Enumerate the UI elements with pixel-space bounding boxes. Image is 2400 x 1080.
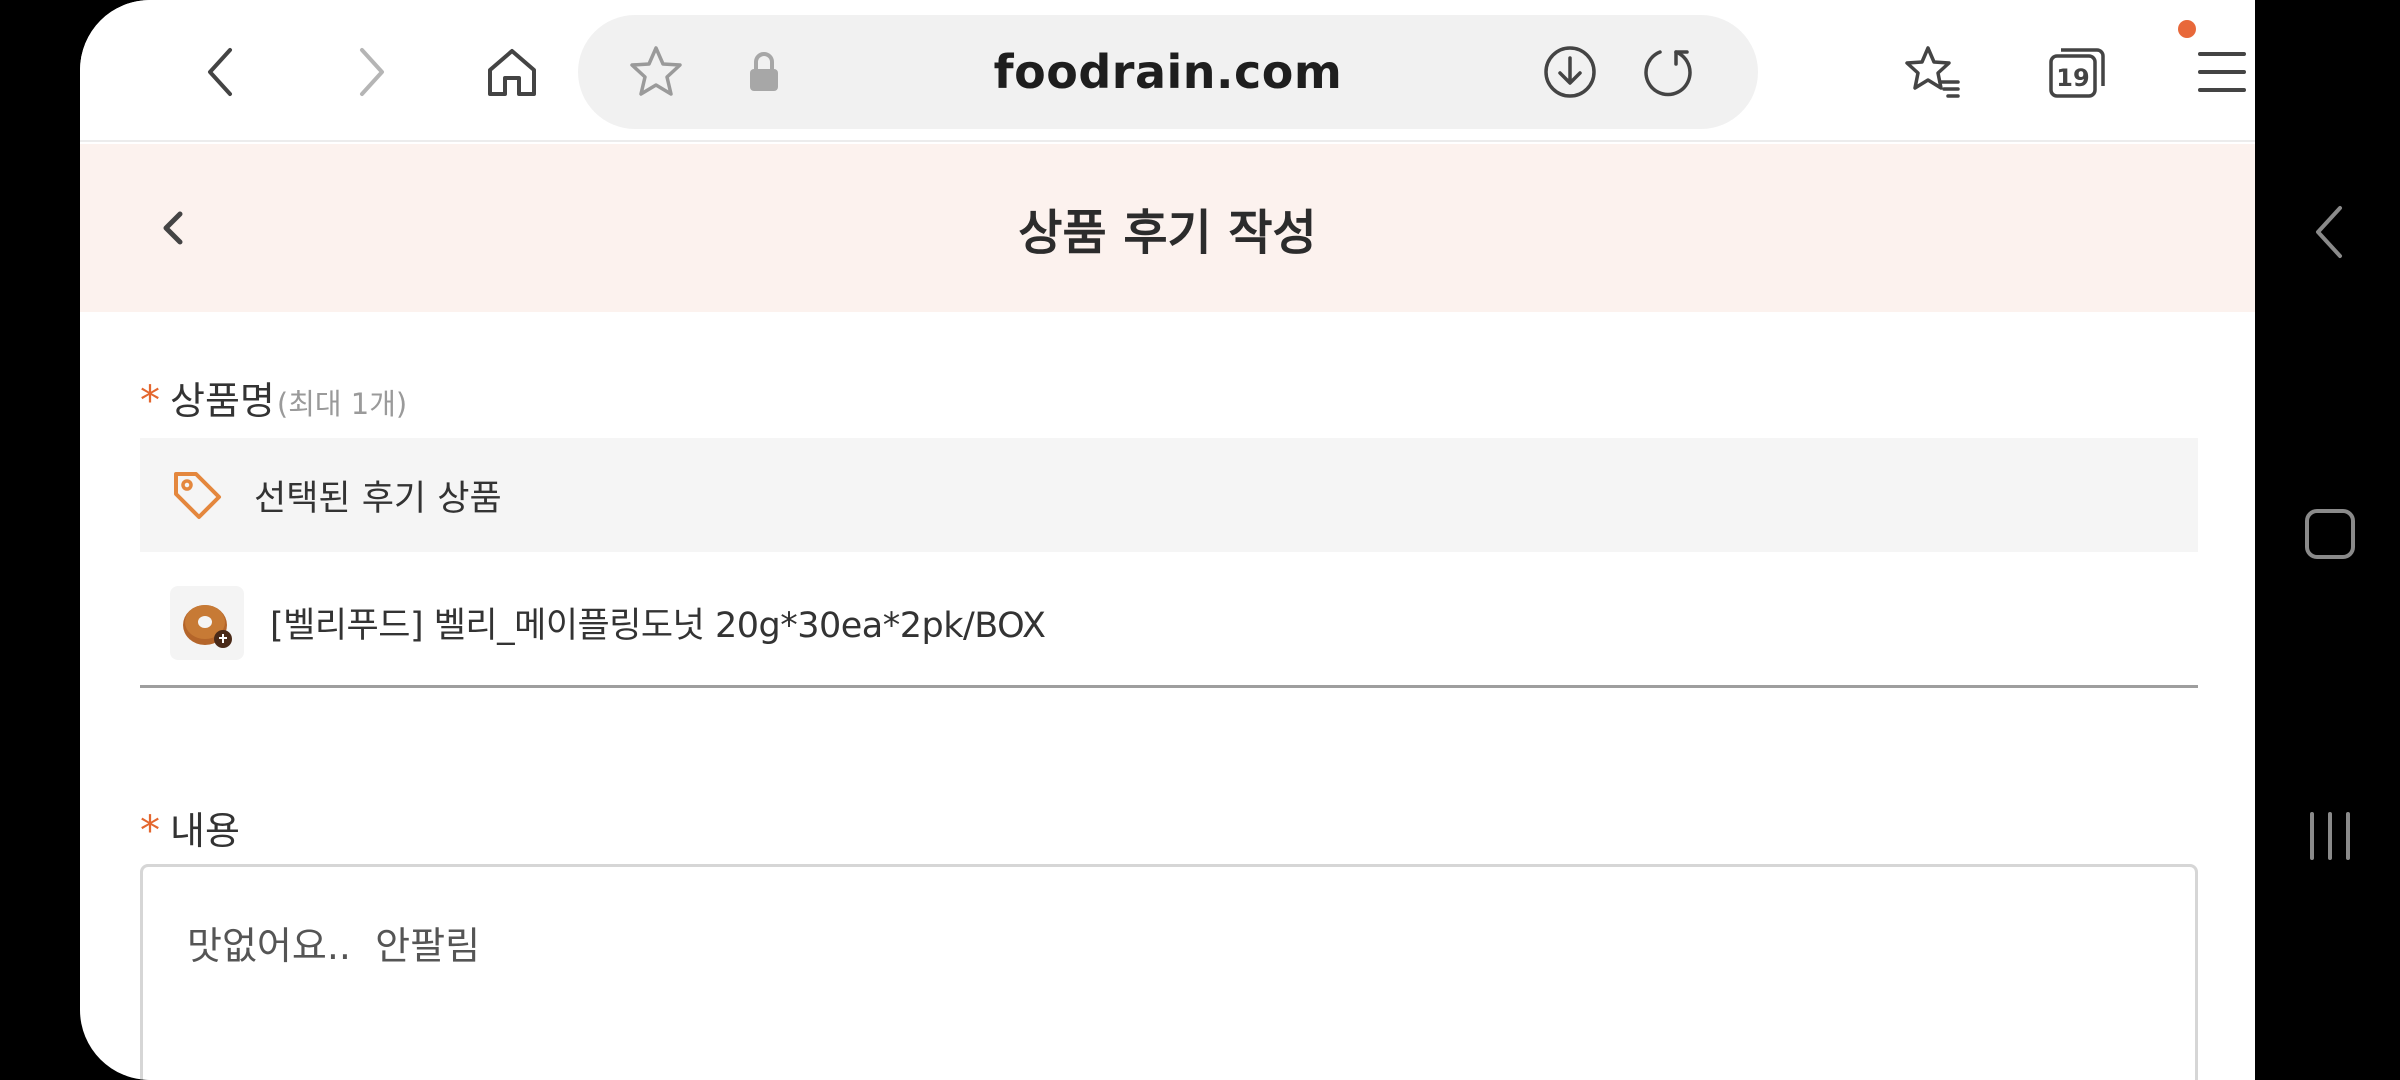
product-label-text: 상품명 (170, 379, 275, 423)
selected-product-bar: 선택된 후기 상품 (140, 438, 2198, 552)
system-recents-button[interactable] (2290, 796, 2370, 876)
download-icon (1544, 46, 1596, 98)
tabs-count: 19 (2056, 64, 2089, 92)
notification-dot (2178, 20, 2196, 38)
product-thumbnail (170, 585, 244, 660)
home-button[interactable] (470, 30, 554, 114)
browser-toolbar: foodrain.com 19 (80, 0, 2255, 142)
bookmarks-button[interactable] (1890, 30, 1974, 114)
tabs-icon: 19 (2049, 48, 2105, 98)
chevron-right-icon (360, 48, 384, 96)
back-button[interactable] (180, 30, 264, 114)
product-name: [벨리푸드] 벨리_메이플링도넛 20g*30ea*2pk/BOX (270, 606, 1046, 646)
system-home-button[interactable] (2290, 494, 2370, 574)
download-button[interactable] (1540, 42, 1600, 102)
square-home-icon (2305, 509, 2355, 559)
page-header: 상품 후기 작성 (80, 144, 2255, 312)
required-mark: * (140, 378, 160, 424)
reload-icon (1644, 50, 1692, 97)
recents-icon (2310, 812, 2350, 860)
bookmarks-list-icon (1905, 46, 1960, 98)
chevron-left-icon (2316, 206, 2342, 258)
address-bar[interactable]: foodrain.com (578, 15, 1758, 129)
hamburger-menu-icon (2198, 52, 2246, 92)
product-label-hint: (최대 1개) (276, 387, 408, 421)
content-label-text: 내용 (170, 809, 240, 853)
browser-window: foodrain.com 19 상품 후기 작성 * 상품명 (최대 1개) 선… (80, 0, 2255, 1080)
tabs-button[interactable]: 19 (2035, 30, 2119, 114)
chevron-left-icon (208, 48, 232, 96)
device-screen: foodrain.com 19 상품 후기 작성 * 상품명 (최대 1개) 선… (0, 0, 2400, 1080)
home-icon (488, 49, 536, 96)
system-back-button[interactable] (2290, 192, 2370, 272)
page-title: 상품 후기 작성 (1018, 205, 1317, 261)
menu-button[interactable] (2180, 30, 2255, 114)
content-field-label: * 내용 (140, 800, 240, 855)
selected-product-item[interactable]: [벨리푸드] 벨리_메이플링도넛 20g*30ea*2pk/BOX (140, 560, 2198, 688)
required-mark: * (140, 808, 160, 854)
selected-product-label: 선택된 후기 상품 (254, 478, 502, 519)
tag-icon (170, 468, 224, 522)
donut-icon (183, 604, 232, 648)
forward-button[interactable] (328, 30, 412, 114)
review-content-input[interactable]: 맛없어요.. 안팔림 (140, 864, 2198, 1080)
reload-button[interactable] (1638, 42, 1698, 102)
product-field-label: * 상품명 (최대 1개) (140, 370, 407, 425)
